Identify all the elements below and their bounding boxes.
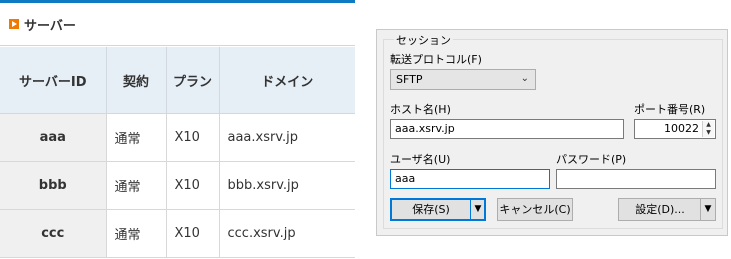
settings-button[interactable]: 設定(D)... ▼ bbox=[618, 198, 716, 221]
caret-up-icon[interactable]: ▲ bbox=[703, 121, 714, 129]
caret-down-icon[interactable]: ▼ bbox=[703, 129, 714, 137]
chevron-down-icon: ⌄ bbox=[520, 73, 529, 84]
server-panel: サーバー サーバーID 契約 プラン ドメイン aaa 通常 X10 aaa.x… bbox=[0, 0, 355, 259]
protocol-label: 転送プロトコル(F) bbox=[390, 53, 482, 66]
port-input[interactable]: 10022 ▲ ▼ bbox=[634, 119, 716, 139]
table-row[interactable]: aaa 通常 X10 aaa.xsrv.jp bbox=[0, 113, 355, 162]
protocol-select[interactable]: SFTP ⌄ bbox=[390, 69, 536, 90]
session-group: セッション 転送プロトコル(F) SFTP ⌄ ホスト名(H) aaa.xsrv… bbox=[383, 32, 723, 229]
domain-cell: bbb.xsrv.jp bbox=[219, 161, 355, 210]
plan-cell: X10 bbox=[166, 161, 220, 210]
column-header-domain: ドメイン bbox=[219, 47, 355, 114]
server-id-cell: aaa bbox=[0, 113, 107, 162]
table-row[interactable]: bbb 通常 X10 bbb.xsrv.jp bbox=[0, 161, 355, 210]
host-input[interactable]: aaa.xsrv.jp bbox=[390, 119, 624, 139]
column-header-server-id: サーバーID bbox=[0, 47, 107, 114]
domain-cell: ccc.xsrv.jp bbox=[219, 209, 355, 258]
cancel-button[interactable]: キャンセル(C) bbox=[497, 198, 573, 221]
table-header-row: サーバーID 契約 プラン ドメイン bbox=[0, 47, 355, 114]
column-header-plan: プラン bbox=[166, 47, 220, 114]
password-input[interactable] bbox=[556, 169, 716, 189]
port-label: ポート番号(R) bbox=[634, 103, 706, 116]
session-group-label: セッション bbox=[394, 32, 453, 48]
server-table: サーバーID 契約 プラン ドメイン aaa 通常 X10 aaa.xsrv.j… bbox=[0, 47, 355, 258]
host-label: ホスト名(H) bbox=[390, 103, 451, 116]
port-spinner[interactable]: ▲ ▼ bbox=[702, 121, 714, 137]
user-input[interactable]: aaa bbox=[390, 169, 550, 189]
port-value: 10022 bbox=[664, 122, 699, 135]
save-button-label: 保存(S) bbox=[412, 203, 450, 216]
server-id-cell: bbb bbox=[0, 161, 107, 210]
settings-button-label: 設定(D)... bbox=[635, 203, 685, 216]
plan-cell: X10 bbox=[166, 113, 220, 162]
session-dialog: セッション 転送プロトコル(F) SFTP ⌄ ホスト名(H) aaa.xsrv… bbox=[376, 29, 728, 236]
orange-arrow-icon bbox=[9, 19, 19, 29]
domain-cell: aaa.xsrv.jp bbox=[219, 113, 355, 162]
user-label: ユーザ名(U) bbox=[390, 153, 451, 166]
triangle-down-icon[interactable]: ▼ bbox=[470, 199, 485, 220]
save-button[interactable]: 保存(S) ▼ bbox=[390, 198, 486, 221]
password-label: パスワード(P) bbox=[556, 153, 627, 166]
table-row[interactable]: ccc 通常 X10 ccc.xsrv.jp bbox=[0, 209, 355, 258]
triangle-down-icon[interactable]: ▼ bbox=[700, 199, 715, 220]
protocol-value: SFTP bbox=[396, 73, 423, 86]
contract-cell: 通常 bbox=[106, 209, 167, 258]
column-header-contract: 契約 bbox=[106, 47, 167, 114]
contract-cell: 通常 bbox=[106, 161, 167, 210]
server-panel-title: サーバー bbox=[24, 19, 76, 34]
server-id-cell: ccc bbox=[0, 209, 107, 258]
contract-cell: 通常 bbox=[106, 113, 167, 162]
plan-cell: X10 bbox=[166, 209, 220, 258]
server-panel-header: サーバー bbox=[0, 0, 355, 46]
